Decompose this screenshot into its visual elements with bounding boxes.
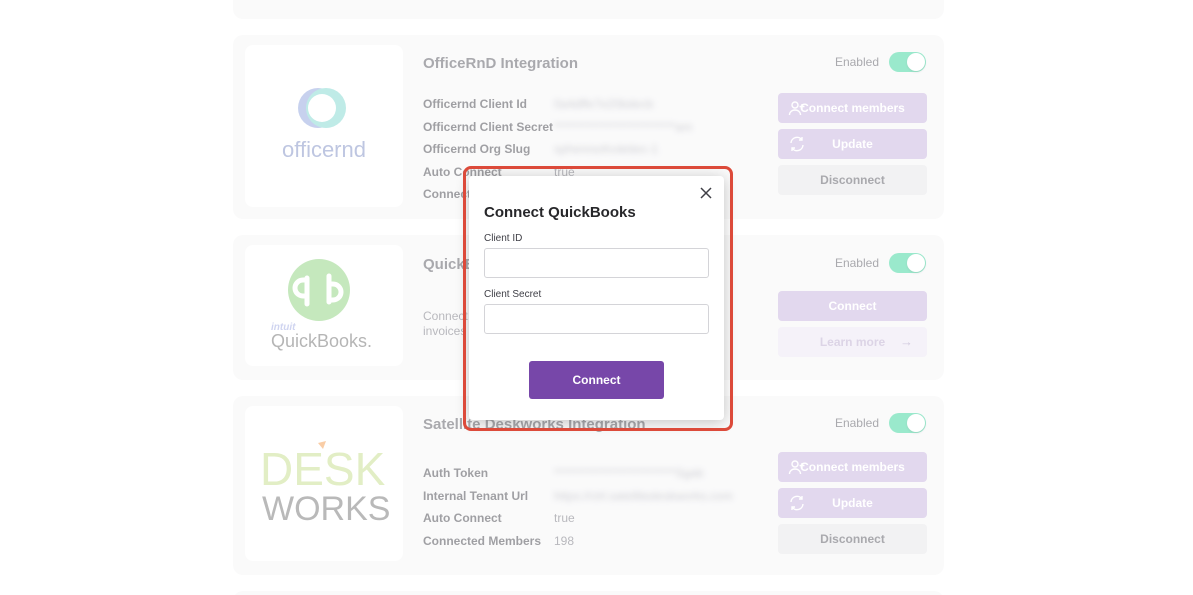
highlight-box xyxy=(463,166,733,431)
integrations-page: officernd OfficeRnD Integration Enabled … xyxy=(0,0,1193,595)
